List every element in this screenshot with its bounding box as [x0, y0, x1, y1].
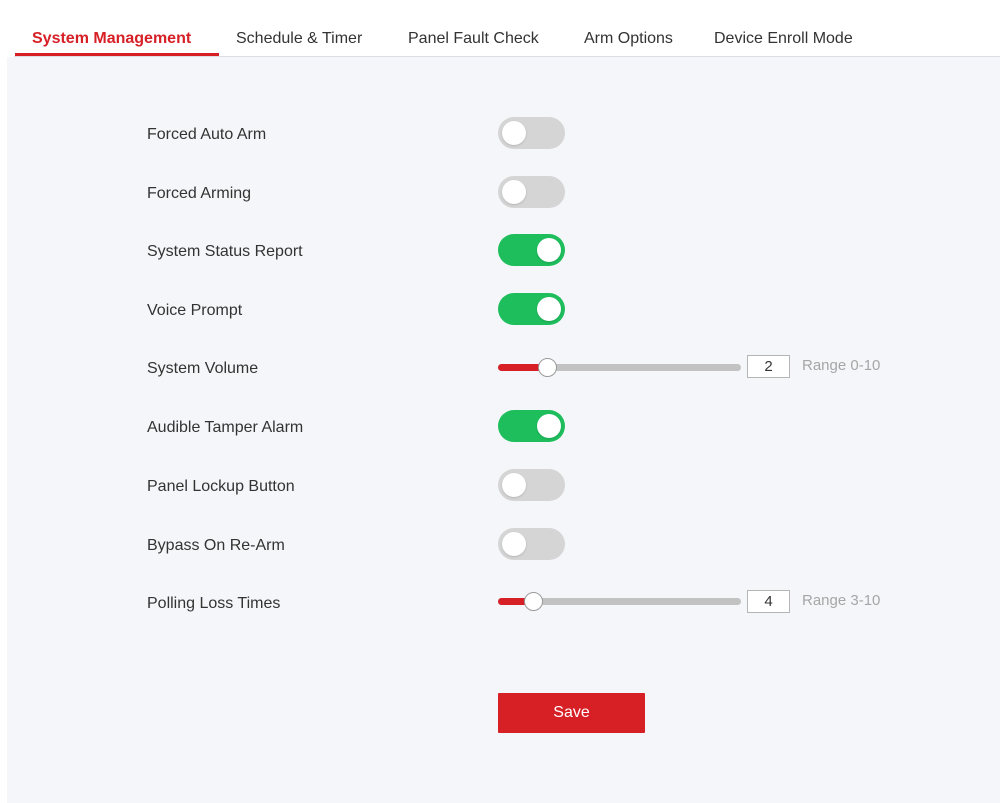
tab-arm-options[interactable]: Arm Options: [584, 16, 673, 56]
tab-device-enroll-mode[interactable]: Device Enroll Mode: [714, 16, 853, 56]
switch-knob: [502, 121, 526, 145]
forced-arming-switch[interactable]: [498, 176, 565, 208]
tab-bar: System Management Schedule & Timer Panel…: [14, 16, 1000, 57]
polling-loss-times-slider[interactable]: [498, 592, 741, 612]
forced-auto-arm-switch[interactable]: [498, 117, 565, 149]
bypass-on-rearm-label: Bypass On Re-Arm: [147, 537, 285, 554]
voice-prompt-label: Voice Prompt: [147, 302, 243, 319]
panel-lockup-button-switch[interactable]: [498, 469, 565, 501]
forced-auto-arm-label: Forced Auto Arm: [147, 126, 267, 143]
system-volume-label: System Volume: [147, 360, 259, 377]
switch-knob: [537, 297, 561, 321]
audible-tamper-alarm-switch[interactable]: [498, 410, 565, 442]
switch-knob: [502, 532, 526, 556]
panel-left-edge: [0, 57, 7, 803]
bypass-on-rearm-switch[interactable]: [498, 528, 565, 560]
tab-panel-fault-check[interactable]: Panel Fault Check: [408, 16, 539, 56]
switch-knob: [537, 414, 561, 438]
system-status-report-label: System Status Report: [147, 243, 303, 260]
system-volume-input[interactable]: [747, 355, 790, 378]
polling-loss-times-label: Polling Loss Times: [147, 595, 281, 612]
polling-loss-times-range-hint: Range 3-10: [802, 592, 881, 609]
save-button[interactable]: Save: [498, 693, 645, 733]
system-volume-range-hint: Range 0-10: [802, 357, 881, 374]
system-status-report-switch[interactable]: [498, 234, 565, 266]
tab-system-management[interactable]: System Management: [32, 16, 191, 56]
slider-thumb[interactable]: [523, 592, 543, 611]
audible-tamper-alarm-label: Audible Tamper Alarm: [147, 419, 304, 436]
forced-arming-label: Forced Arming: [147, 185, 252, 202]
active-tab-indicator: [15, 53, 219, 56]
tab-schedule-timer[interactable]: Schedule & Timer: [236, 16, 362, 56]
polling-loss-times-input[interactable]: [747, 590, 790, 613]
panel-lockup-button-label: Panel Lockup Button: [147, 478, 295, 495]
system-volume-slider[interactable]: [498, 358, 741, 378]
slider-thumb[interactable]: [537, 358, 557, 377]
switch-knob: [537, 238, 561, 262]
switch-knob: [502, 473, 526, 497]
voice-prompt-switch[interactable]: [498, 293, 565, 325]
switch-knob: [502, 180, 526, 204]
